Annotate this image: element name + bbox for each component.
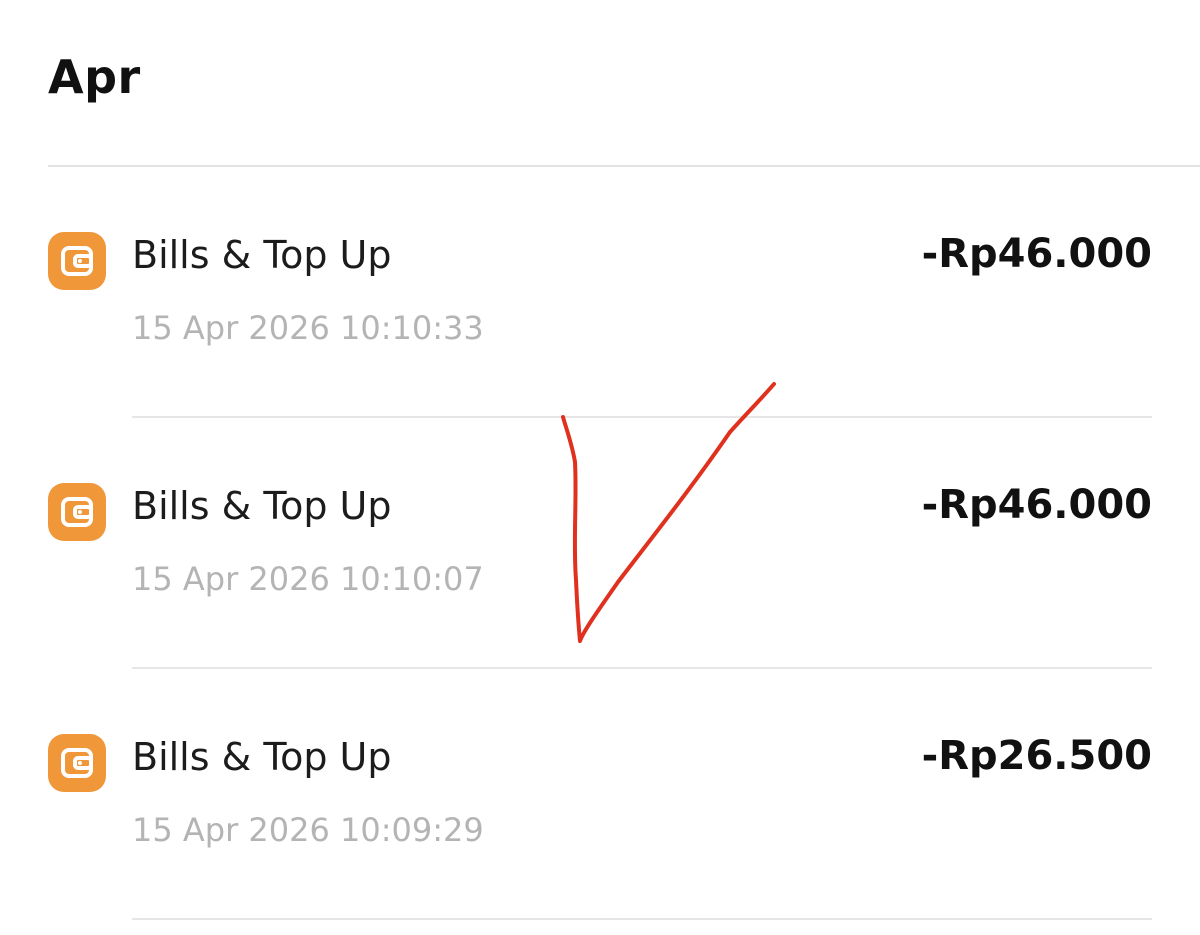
transaction-list: Bills & Top Up 15 Apr 2026 10:10:33 -Rp4… <box>0 167 1200 920</box>
wallet-icon <box>48 734 106 792</box>
transaction-amount: -Rp46.000 <box>921 231 1152 277</box>
transaction-title: Bills & Top Up <box>132 233 392 277</box>
row-divider <box>132 918 1152 920</box>
wallet-icon <box>48 232 106 290</box>
transaction-datetime: 15 Apr 2026 10:09:29 <box>132 811 484 849</box>
month-header: Apr <box>48 50 141 104</box>
transaction-amount: -Rp46.000 <box>921 482 1152 528</box>
transaction-row[interactable]: Bills & Top Up 15 Apr 2026 10:09:29 -Rp2… <box>0 669 1200 920</box>
transaction-row[interactable]: Bills & Top Up 15 Apr 2026 10:10:07 -Rp4… <box>0 418 1200 669</box>
transaction-title: Bills & Top Up <box>132 484 392 528</box>
transaction-row[interactable]: Bills & Top Up 15 Apr 2026 10:10:33 -Rp4… <box>0 167 1200 418</box>
transaction-datetime: 15 Apr 2026 10:10:33 <box>132 309 484 347</box>
transaction-datetime: 15 Apr 2026 10:10:07 <box>132 560 484 598</box>
wallet-icon <box>48 483 106 541</box>
transaction-title: Bills & Top Up <box>132 735 392 779</box>
transaction-amount: -Rp26.500 <box>921 733 1152 779</box>
